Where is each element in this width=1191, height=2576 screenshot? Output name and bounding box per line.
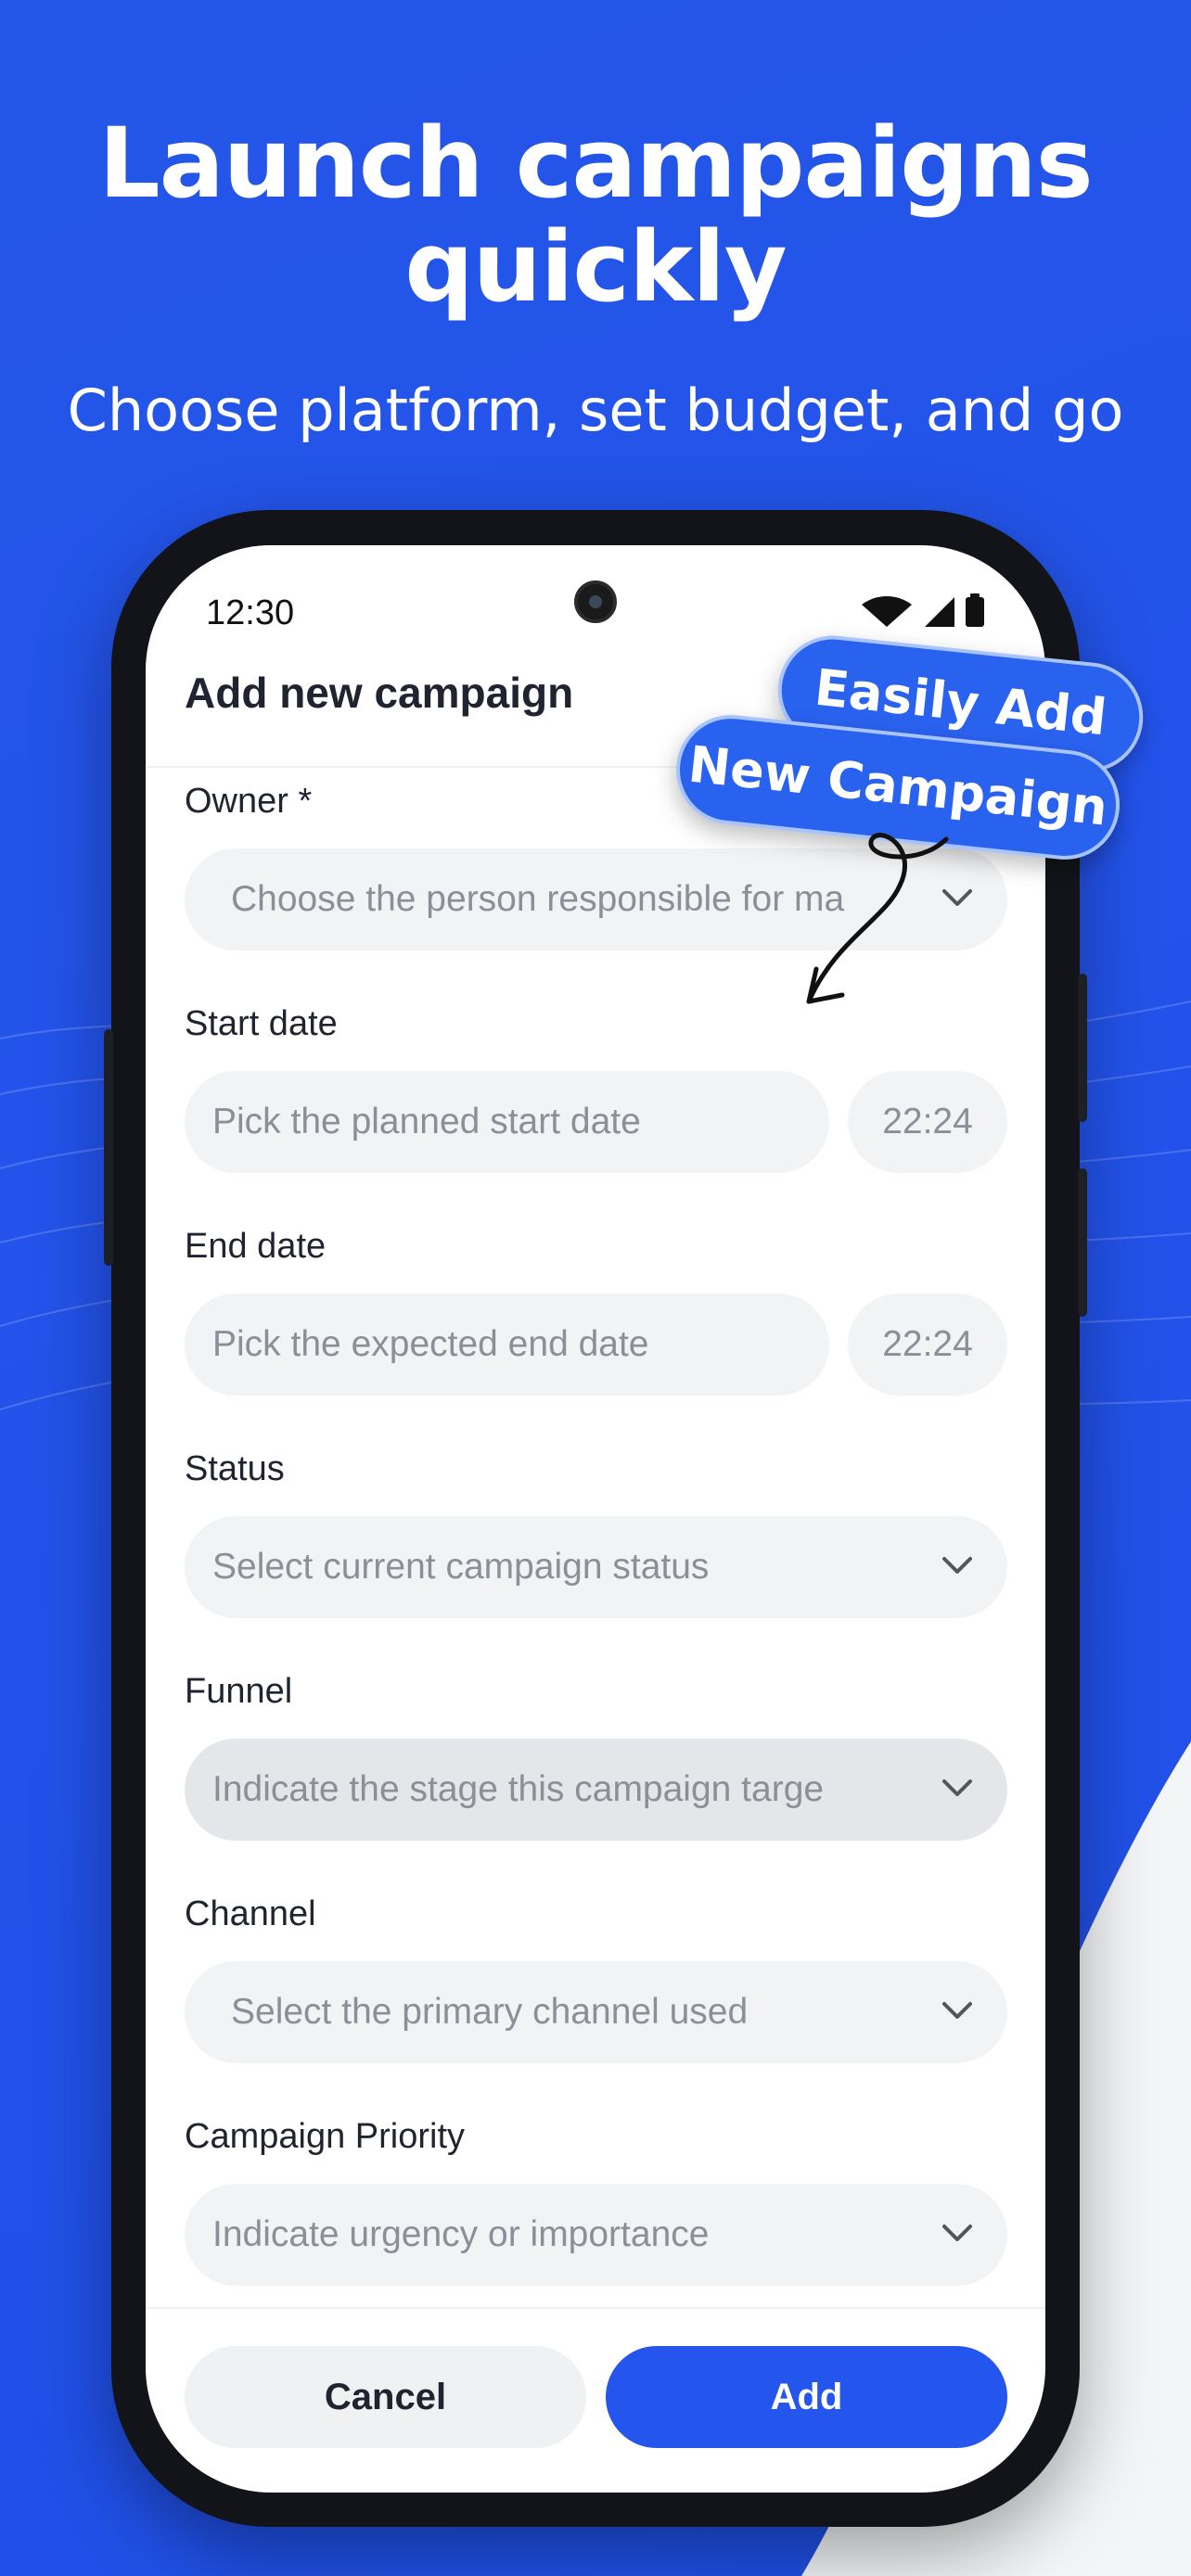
add-button[interactable]: Add [606, 2346, 1007, 2448]
phone-side-button-left [104, 1029, 113, 1266]
callout-arrow-icon [806, 833, 949, 1004]
channel-placeholder: Select the primary channel used [231, 1992, 749, 2032]
end-date-input[interactable]: Pick the expected end date [185, 1294, 829, 1396]
headline-line-2: quickly [404, 210, 787, 324]
phone-side-button-right-2 [1078, 1168, 1087, 1317]
priority-label: Campaign Priority [185, 2117, 465, 2156]
end-date-placeholder: Pick the expected end date [212, 1324, 649, 1364]
phone-side-button-right-1 [1078, 974, 1087, 1122]
priority-select[interactable]: Indicate urgency or importance [185, 2184, 1007, 2286]
wifi-icon [862, 596, 912, 627]
start-date-label: Start date [185, 1004, 338, 1043]
funnel-placeholder: Indicate the stage this campaign targe [212, 1769, 825, 1809]
status-icons [862, 593, 984, 627]
status-time: 12:30 [206, 593, 295, 632]
start-date-input[interactable]: Pick the planned start date [185, 1071, 829, 1173]
status-placeholder: Select current campaign status [212, 1547, 710, 1587]
signal-icon [925, 597, 954, 627]
footer-divider [146, 2307, 1045, 2309]
headline-line-1: Launch campaigns [98, 107, 1093, 220]
chevron-down-icon [942, 2002, 972, 2019]
status-select[interactable]: Select current campaign status [185, 1516, 1007, 1618]
channel-select[interactable]: Select the primary channel used [185, 1961, 1007, 2063]
status-label: Status [185, 1449, 285, 1488]
funnel-select[interactable]: Indicate the stage this campaign targe [185, 1739, 1007, 1841]
end-date-label: End date [185, 1227, 327, 1266]
page-title: Add new campaign [185, 669, 574, 717]
chevron-down-icon [942, 2225, 972, 2241]
channel-label: Channel [185, 1894, 316, 1933]
marketing-subheadline: Choose platform, set budget, and go [67, 376, 1124, 444]
start-time-input[interactable]: 22:24 [848, 1071, 1007, 1173]
priority-placeholder: Indicate urgency or importance [212, 2214, 710, 2254]
owner-label: Owner * [185, 782, 313, 821]
battery-icon [966, 597, 984, 627]
cancel-button[interactable]: Cancel [185, 2346, 586, 2448]
marketing-headline: Launch campaigns quickly [0, 111, 1191, 319]
funnel-label: Funnel [185, 1672, 293, 1711]
start-date-placeholder: Pick the planned start date [212, 1102, 641, 1141]
chevron-down-icon [942, 1557, 972, 1574]
end-time-input[interactable]: 22:24 [848, 1294, 1007, 1396]
chevron-down-icon [942, 1779, 972, 1796]
front-camera [574, 580, 617, 623]
